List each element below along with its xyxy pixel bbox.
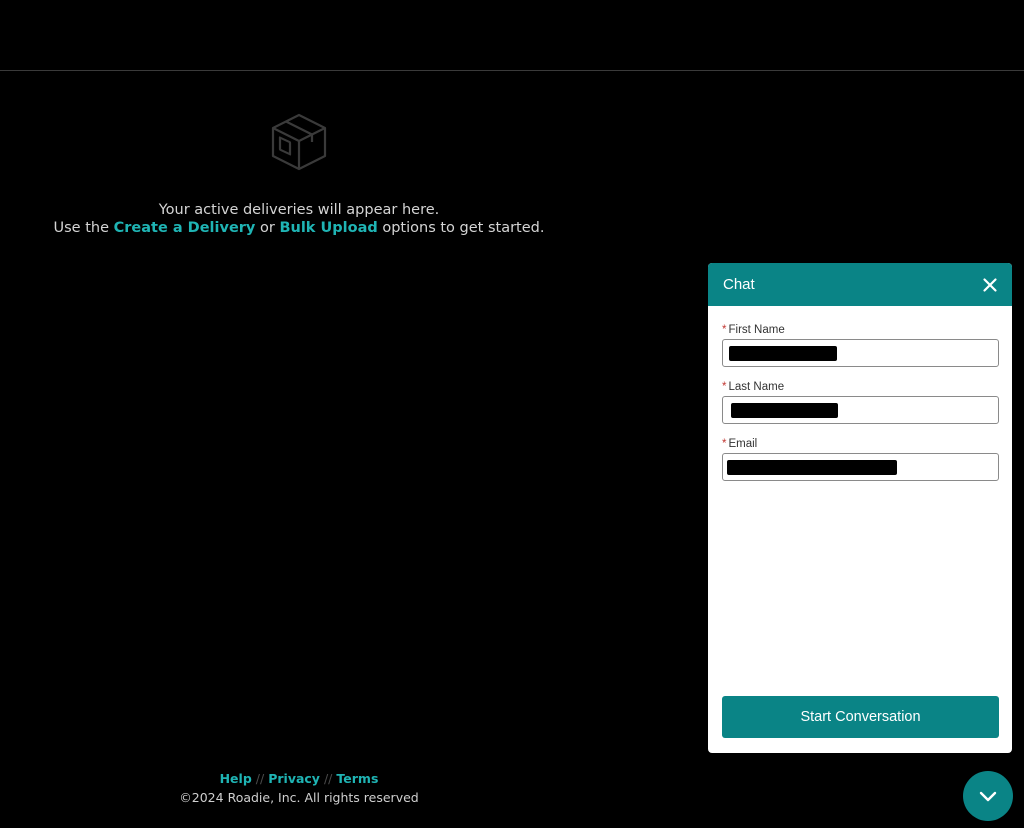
redacted-value bbox=[727, 460, 897, 475]
last-name-input[interactable] bbox=[722, 396, 999, 424]
required-marker: * bbox=[722, 324, 727, 336]
chat-title: Chat bbox=[723, 276, 755, 293]
chat-panel: Chat * First Name * Last Name * Email Start… bbox=[708, 263, 1012, 753]
required-marker: * bbox=[722, 381, 727, 393]
page-footer: Help//Privacy//Terms ©2024 Roadie, Inc. … bbox=[0, 771, 598, 805]
redacted-value bbox=[729, 346, 837, 361]
empty-state-message: Your active deliveries will appear here. bbox=[158, 202, 440, 218]
first-name-label: * First Name bbox=[722, 324, 998, 336]
email-label: * Email bbox=[722, 438, 998, 450]
privacy-link[interactable]: Privacy bbox=[268, 771, 320, 786]
email-field-group: * Email bbox=[722, 438, 999, 481]
first-name-label-text: First Name bbox=[728, 324, 785, 336]
instructions-mid: or bbox=[255, 220, 280, 236]
start-conversation-button[interactable]: Start Conversation bbox=[722, 696, 999, 738]
last-name-label: * Last Name bbox=[722, 381, 998, 393]
instructions-prefix: Use the bbox=[53, 220, 114, 236]
top-navigation-bar bbox=[0, 0, 1024, 71]
instructions-suffix: options to get started. bbox=[377, 220, 545, 236]
help-link[interactable]: Help bbox=[220, 771, 252, 786]
chat-minimize-button[interactable] bbox=[963, 771, 1013, 821]
last-name-field-group: * Last Name bbox=[722, 381, 999, 424]
last-name-label-text: Last Name bbox=[728, 381, 785, 393]
required-marker: * bbox=[722, 438, 727, 450]
chat-header: Chat bbox=[708, 263, 1012, 306]
email-label-text: Email bbox=[728, 438, 758, 450]
footer-links: Help//Privacy//Terms bbox=[0, 771, 598, 786]
footer-separator: // bbox=[255, 771, 265, 786]
empty-state-instructions: Use the Create a Delivery or Bulk Upload… bbox=[0, 219, 598, 237]
close-icon[interactable] bbox=[982, 277, 998, 293]
footer-separator: // bbox=[323, 771, 333, 786]
terms-link[interactable]: Terms bbox=[336, 771, 378, 786]
copyright-text: ©2024 Roadie, Inc. All rights reserved bbox=[179, 790, 419, 805]
create-delivery-link[interactable]: Create a Delivery bbox=[114, 220, 256, 236]
chat-form: * First Name * Last Name * Email bbox=[708, 306, 1012, 481]
empty-deliveries-state: Your active deliveries will appear here.… bbox=[0, 110, 598, 237]
chevron-down-icon bbox=[979, 791, 997, 802]
box-icon bbox=[271, 113, 327, 171]
email-input[interactable] bbox=[722, 453, 999, 481]
first-name-field-group: * First Name bbox=[722, 324, 999, 367]
first-name-input[interactable] bbox=[722, 339, 999, 367]
redacted-value bbox=[731, 403, 838, 418]
bulk-upload-link[interactable]: Bulk Upload bbox=[279, 220, 377, 236]
